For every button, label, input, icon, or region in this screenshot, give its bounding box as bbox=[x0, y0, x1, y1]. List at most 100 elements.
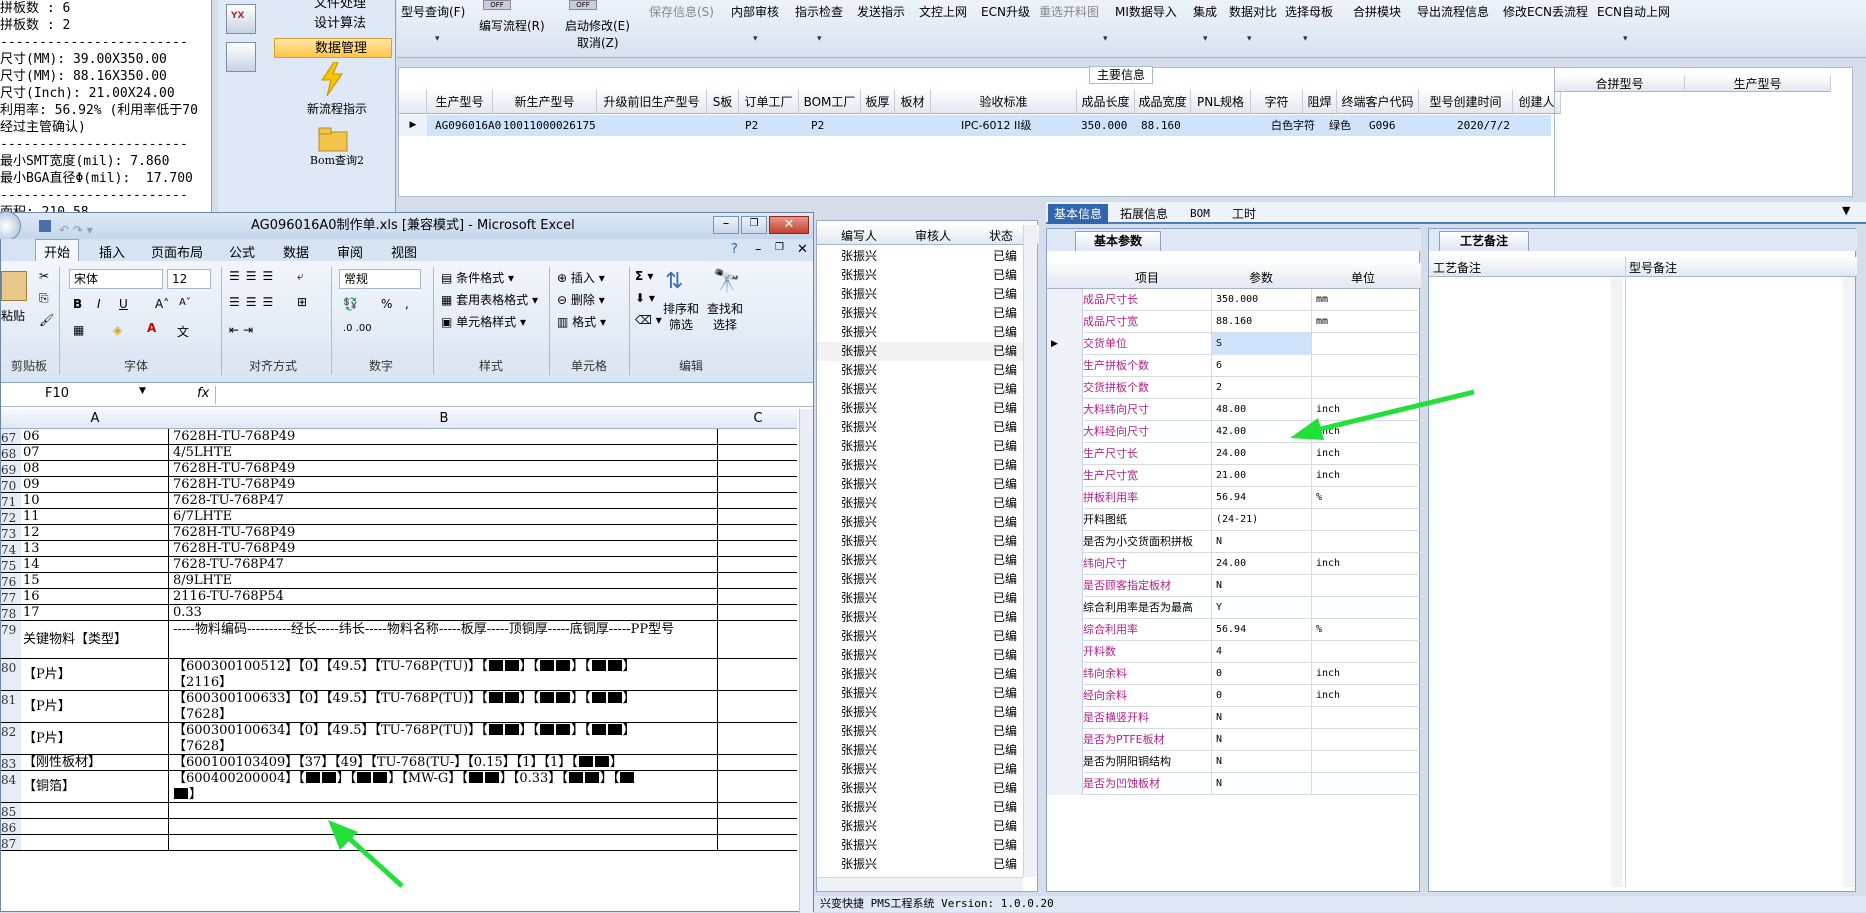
cell-b[interactable]: 2116-TU-768P54 bbox=[170, 589, 718, 604]
sheet-row[interactable]: 74 13 7628H-TU-768P49 bbox=[1, 541, 797, 557]
tab-insert[interactable]: 插入 bbox=[99, 242, 125, 261]
table-row[interactable]: 成品尺寸长 350.000 mm bbox=[1047, 289, 1421, 311]
percent-icon[interactable]: % bbox=[381, 297, 392, 311]
fill-icon[interactable]: ⬇ ▾ bbox=[635, 291, 655, 305]
sheet-row[interactable]: 71 10 7628-TU-768P47 bbox=[1, 493, 797, 509]
list-item[interactable]: 张振兴 已编 bbox=[817, 513, 1023, 532]
list-item[interactable]: 张振兴 已编 bbox=[817, 342, 1023, 361]
param-value[interactable]: N bbox=[1211, 707, 1311, 729]
sheet-row[interactable]: 72 11 6/7LHTE bbox=[1, 509, 797, 525]
sheet-row[interactable]: 68 07 4/5LHTE bbox=[1, 445, 797, 461]
sheet-row[interactable]: 81 【P片】 【600300100633】【0】【49.5】【TU-768P(TU… bbox=[1, 691, 797, 723]
find-select-icon[interactable]: 🔭 bbox=[713, 269, 740, 294]
cell-a[interactable]: 11 bbox=[21, 509, 169, 524]
table-row[interactable]: 是否横竖开料 N bbox=[1047, 707, 1421, 729]
param-value[interactable]: N bbox=[1211, 531, 1311, 553]
col-header-b[interactable]: B bbox=[170, 411, 718, 426]
col-header[interactable]: 订单工厂 bbox=[739, 90, 799, 114]
table-row[interactable]: 生产拼板个数 6 bbox=[1047, 355, 1421, 377]
row-number[interactable]: 79 bbox=[1, 621, 21, 658]
cell-b[interactable] bbox=[170, 819, 718, 834]
internal-review-button[interactable]: 内部审核 bbox=[731, 3, 779, 20]
col-header[interactable]: 升级前旧生产型号 bbox=[597, 90, 707, 114]
col-header-a[interactable]: A bbox=[21, 411, 169, 426]
list-item[interactable]: 张振兴 已编 bbox=[817, 665, 1023, 684]
param-value[interactable]: 4 bbox=[1211, 641, 1311, 663]
indent-icons[interactable]: ⇤⇥ bbox=[229, 323, 257, 337]
doc-upload-button[interactable]: 文控上网 bbox=[919, 3, 967, 20]
list-item[interactable]: 张振兴 已编 bbox=[817, 304, 1023, 323]
param-value[interactable]: 56.94 bbox=[1211, 487, 1311, 509]
paste-icon[interactable] bbox=[1, 271, 27, 301]
row-number[interactable]: 87 bbox=[1, 835, 21, 850]
col-header[interactable]: 成品宽度 bbox=[1135, 90, 1191, 114]
list-item[interactable]: 张振兴 已编 bbox=[817, 570, 1023, 589]
list-item[interactable]: 张振兴 已编 bbox=[817, 741, 1023, 760]
cell-a[interactable]: 07 bbox=[21, 445, 169, 460]
col-header[interactable]: S板 bbox=[707, 90, 739, 114]
row-number[interactable]: 84 bbox=[1, 771, 21, 802]
row-number[interactable]: 82 bbox=[1, 723, 21, 754]
table-row[interactable]: 开料数 4 bbox=[1047, 641, 1421, 663]
col-header[interactable]: 生产型号 bbox=[427, 90, 493, 114]
list-item[interactable]: 张振兴 已编 bbox=[817, 494, 1023, 513]
list-item[interactable]: 张振兴 已编 bbox=[817, 855, 1023, 873]
mi-import-button[interactable]: MI数据导入 bbox=[1115, 3, 1177, 20]
phonetic-icon[interactable]: 文 bbox=[177, 323, 189, 340]
cell-b[interactable]: 7628-TU-768P47 bbox=[170, 493, 718, 508]
copy-icon[interactable]: ⎘ bbox=[39, 291, 49, 306]
col-header[interactable]: 板材 bbox=[895, 90, 931, 114]
comma-icon[interactable]: , bbox=[405, 297, 409, 311]
row-number[interactable]: 75 bbox=[1, 557, 21, 572]
chevron-down-icon[interactable]: ▾ bbox=[1247, 34, 1252, 44]
decimal-icons[interactable]: .0 .00 bbox=[343, 323, 372, 334]
help-icon[interactable]: ? bbox=[731, 242, 738, 257]
cell-a[interactable]: 【P片】 bbox=[21, 723, 169, 754]
send-notice-button[interactable]: 发送指示 bbox=[857, 3, 905, 20]
cell-a[interactable]: 15 bbox=[21, 573, 169, 588]
table-row[interactable]: 生产尺寸长 24.00 inch bbox=[1047, 443, 1421, 465]
chevron-down-icon[interactable]: ▾ bbox=[435, 34, 440, 44]
table-row[interactable]: 是否为小交货面积拼板 N bbox=[1047, 531, 1421, 553]
chevron-down-icon[interactable]: ▾ bbox=[1203, 34, 1208, 44]
param-value[interactable]: 21.00 bbox=[1211, 465, 1311, 487]
param-value[interactable]: 24.00 bbox=[1211, 443, 1311, 465]
cell-b[interactable]: 7628H-TU-768P49 bbox=[170, 429, 718, 444]
table-row[interactable]: 综合利用率是否为最高 Y bbox=[1047, 597, 1421, 619]
align-top-icons[interactable]: ☰☰☰ bbox=[229, 269, 279, 283]
col-header[interactable]: BOM工厂 bbox=[799, 90, 861, 114]
chevron-down-icon[interactable]: ▾ bbox=[1623, 34, 1628, 44]
table-format-button[interactable]: ▦ 套用表格格式 ▾ bbox=[441, 291, 538, 308]
lightning-icon[interactable] bbox=[318, 61, 346, 97]
col-header[interactable]: 型号备注 bbox=[1629, 259, 1677, 276]
folder-icon[interactable] bbox=[318, 126, 348, 152]
list-item[interactable]: 张振兴 已编 bbox=[817, 418, 1023, 437]
cell-b[interactable]: 0.33 bbox=[170, 605, 718, 620]
row-number[interactable]: 67 bbox=[1, 429, 21, 444]
chevron-down-icon[interactable]: ▾ bbox=[817, 34, 822, 44]
border-icon[interactable]: ▦ bbox=[73, 323, 84, 337]
cell-a[interactable] bbox=[21, 835, 169, 850]
conditional-format-button[interactable]: ▤ 条件格式 ▾ bbox=[441, 269, 514, 286]
col-header-c[interactable]: C bbox=[719, 411, 797, 426]
list-item[interactable]: 张振兴 已编 bbox=[817, 437, 1023, 456]
table-row[interactable]: 是否为凹蚀板材 N bbox=[1047, 773, 1421, 795]
list-item[interactable]: 张振兴 已编 bbox=[817, 399, 1023, 418]
col-header[interactable]: 生产型号 bbox=[1685, 76, 1831, 92]
param-value[interactable]: 88.160 bbox=[1211, 311, 1311, 333]
save-info-button[interactable]: 保存信息(S) bbox=[649, 3, 714, 20]
tab-hours[interactable]: 工时 bbox=[1226, 204, 1262, 224]
col-header[interactable]: 板厚 bbox=[861, 90, 895, 114]
row-number[interactable]: 85 bbox=[1, 803, 21, 818]
col-header[interactable]: 项目 bbox=[1083, 269, 1211, 286]
table-row[interactable]: 生产尺寸宽 21.00 inch bbox=[1047, 465, 1421, 487]
row-number[interactable]: 76 bbox=[1, 573, 21, 588]
row-number[interactable]: 72 bbox=[1, 509, 21, 524]
autosum-icon[interactable]: Σ ▾ bbox=[635, 269, 653, 283]
minimize-button[interactable]: – bbox=[713, 216, 739, 234]
row-number[interactable]: 68 bbox=[1, 445, 21, 460]
cell-b[interactable] bbox=[170, 803, 718, 818]
list-item[interactable]: 张振兴 已编 bbox=[817, 760, 1023, 779]
paste-button[interactable]: 粘贴 bbox=[1, 307, 25, 324]
col-header[interactable]: 成品长度 bbox=[1077, 90, 1135, 114]
